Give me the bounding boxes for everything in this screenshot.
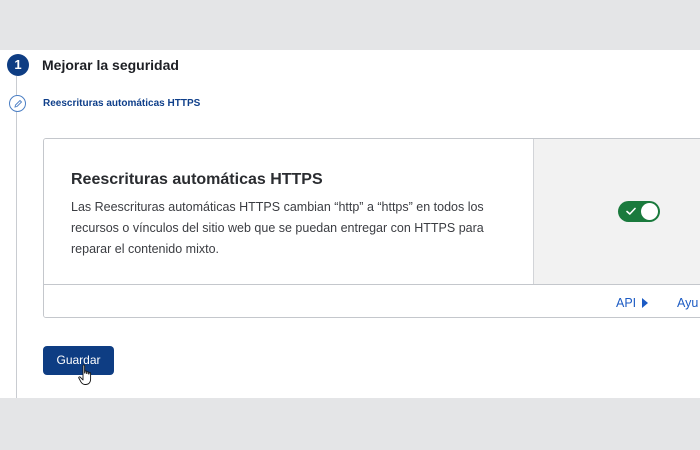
settings-panel: 1 Mejorar la seguridad Reescrituras auto…	[0, 50, 700, 398]
card-footer: API Ayu	[44, 284, 700, 317]
toggle-knob	[641, 203, 658, 220]
help-link[interactable]: Ayu	[677, 296, 698, 310]
step-number-badge: 1	[7, 54, 29, 76]
card-content: Reescrituras automáticas HTTPS Las Reesc…	[44, 139, 533, 284]
card-toggle-area	[533, 139, 700, 284]
caret-right-icon	[642, 298, 648, 308]
timeline-line	[16, 76, 17, 398]
card-description: Las Reescrituras automáticas HTTPS cambi…	[71, 200, 484, 256]
pencil-icon	[9, 95, 26, 112]
api-link[interactable]: API	[616, 296, 636, 310]
hand-pointer-cursor-icon	[78, 364, 92, 385]
checkmark-icon	[626, 207, 636, 215]
substep-title: Reescrituras automáticas HTTPS	[43, 98, 201, 109]
https-rewrites-toggle[interactable]	[618, 201, 660, 222]
https-rewrites-card: Reescrituras automáticas HTTPS Las Reesc…	[43, 138, 700, 318]
step-title: Mejorar la seguridad	[42, 57, 179, 73]
card-heading: Reescrituras automáticas HTTPS	[71, 171, 323, 188]
